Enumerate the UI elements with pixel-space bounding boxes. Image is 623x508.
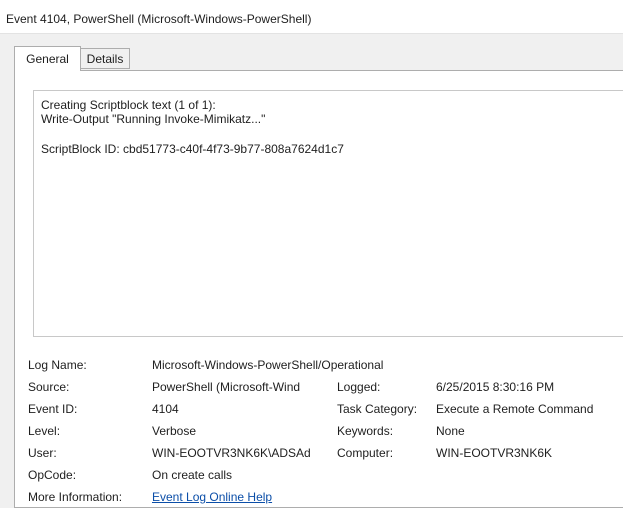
user-label: User:: [28, 446, 57, 460]
opcode-label: OpCode:: [28, 468, 77, 482]
source-value[interactable]: PowerShell (Microsoft-Wind: [152, 380, 300, 394]
tab-details[interactable]: Details: [80, 48, 130, 69]
event-message-box[interactable]: Creating Scriptblock text (1 of 1): Writ…: [33, 90, 623, 337]
window-title-bar: Event 4104, PowerShell (Microsoft-Window…: [0, 0, 623, 34]
log-name-label: Log Name:: [28, 358, 87, 372]
keywords-label: Keywords:: [337, 424, 394, 438]
log-name-value[interactable]: Microsoft-Windows-PowerShell/Operational: [152, 358, 383, 372]
event-id-value[interactable]: 4104: [152, 402, 179, 416]
message-line-3: ScriptBlock ID: cbd51773-c40f-4f73-9b77-…: [41, 142, 344, 156]
level-value[interactable]: Verbose: [152, 424, 196, 438]
window-title: Event 4104, PowerShell (Microsoft-Window…: [6, 12, 312, 26]
message-line-1: Creating Scriptblock text (1 of 1):: [41, 98, 216, 112]
logged-label: Logged:: [337, 380, 381, 394]
general-tab-panel: Creating Scriptblock text (1 of 1): Writ…: [14, 70, 623, 508]
event-id-label: Event ID:: [28, 402, 78, 416]
event-properties-content: General Details Creating Scriptblock tex…: [0, 34, 623, 508]
source-label: Source:: [28, 380, 70, 394]
user-value[interactable]: WIN-EOOTVR3NK6K\ADSAd: [152, 446, 311, 460]
keywords-value[interactable]: None: [436, 424, 465, 438]
task-category-label: Task Category:: [337, 402, 418, 416]
more-information-label: More Information:: [28, 490, 123, 504]
opcode-value[interactable]: On create calls: [152, 468, 232, 482]
level-label: Level:: [28, 424, 61, 438]
event-log-online-help-link[interactable]: Event Log Online Help: [152, 490, 272, 504]
message-line-2: Write-Output "Running Invoke-Mimikatz...…: [41, 112, 266, 126]
logged-value[interactable]: 6/25/2015 8:30:16 PM: [436, 380, 554, 394]
tab-general[interactable]: General: [14, 46, 81, 71]
computer-label: Computer:: [337, 446, 394, 460]
computer-value[interactable]: WIN-EOOTVR3NK6K: [436, 446, 552, 460]
task-category-value[interactable]: Execute a Remote Command: [436, 402, 593, 416]
